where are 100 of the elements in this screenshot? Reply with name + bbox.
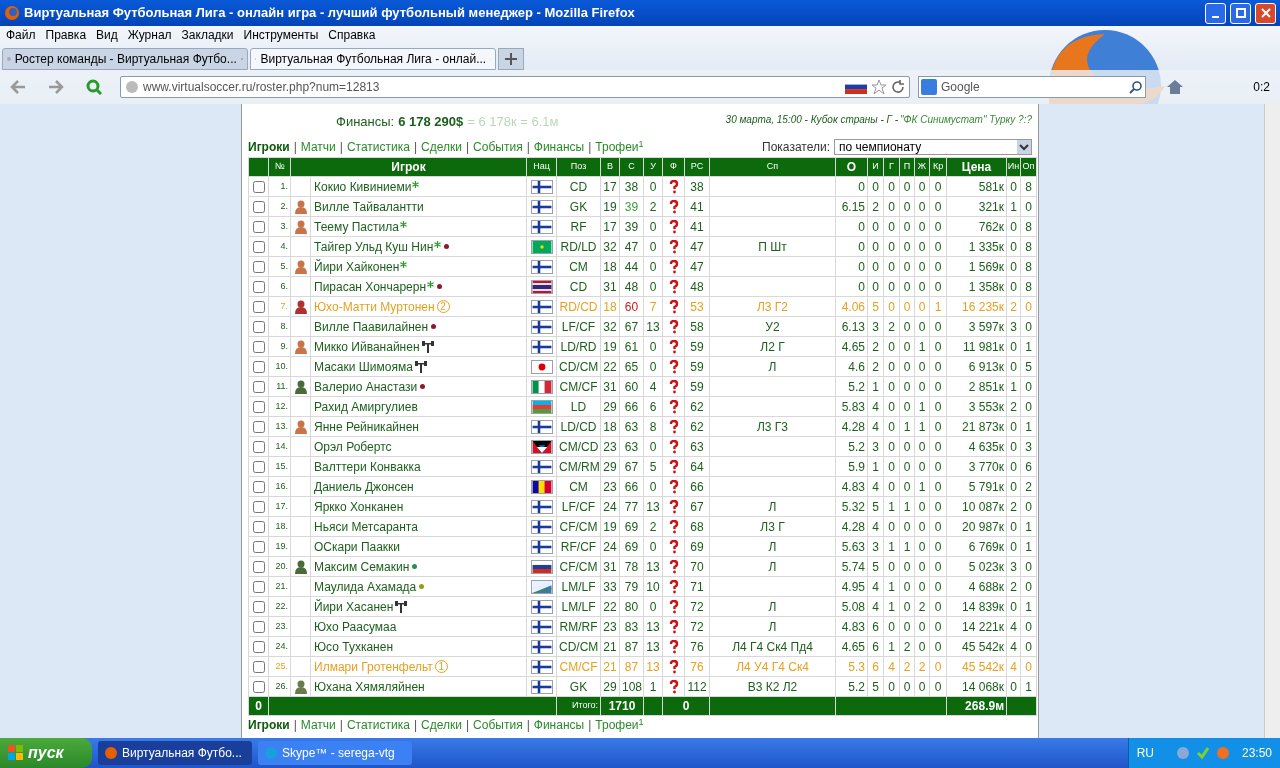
table-cell: 4 bbox=[1006, 656, 1021, 677]
indicators-label: Показатели: bbox=[762, 139, 830, 156]
row-checkbox[interactable] bbox=[252, 400, 265, 413]
address-field[interactable]: www.virtualsoccer.ru/roster.php?num=12813 bbox=[120, 76, 910, 98]
column-header[interactable]: Кр bbox=[929, 157, 947, 177]
menu-item[interactable]: Справка bbox=[328, 26, 376, 44]
search-icon[interactable] bbox=[1129, 80, 1143, 94]
start-button[interactable]: пуск bbox=[0, 738, 92, 768]
row-checkbox[interactable] bbox=[252, 280, 265, 293]
maximize-button[interactable] bbox=[1230, 2, 1251, 24]
table-cell: 0 bbox=[914, 356, 930, 377]
row-checkbox[interactable] bbox=[252, 480, 265, 493]
taskbar-button[interactable]: Skype™ - serega-vtg bbox=[258, 741, 412, 765]
nav-link[interactable]: Статистика bbox=[346, 716, 410, 734]
search-bar[interactable]: Google bbox=[918, 76, 1146, 98]
browser-tab[interactable]: Ростер команды - Виртуальная Футбо... bbox=[2, 48, 248, 70]
nav-link[interactable]: Сделки bbox=[421, 716, 462, 734]
nav-link[interactable]: Финансы bbox=[533, 716, 585, 734]
row-checkbox[interactable] bbox=[252, 220, 265, 233]
check-icon[interactable] bbox=[1195, 746, 1210, 760]
column-header[interactable]: Ф bbox=[662, 157, 685, 177]
column-header[interactable]: № bbox=[268, 157, 291, 177]
row-checkbox[interactable] bbox=[252, 380, 265, 393]
row-checkbox[interactable] bbox=[252, 460, 265, 473]
nav-link[interactable]: Матчи bbox=[300, 716, 336, 734]
nav-link[interactable]: Трофеи$^{1}$ bbox=[595, 138, 644, 156]
menu-item[interactable]: Инструменты bbox=[243, 26, 319, 44]
table-cell: 38 bbox=[619, 176, 644, 197]
column-header[interactable]: Поз bbox=[556, 157, 601, 177]
nav-link[interactable]: События bbox=[473, 716, 523, 734]
table-cell: 0 bbox=[899, 576, 915, 597]
search-input[interactable]: Google bbox=[941, 78, 1125, 96]
column-header[interactable]: Г bbox=[883, 157, 900, 177]
scrollbar[interactable] bbox=[1264, 104, 1280, 738]
table-cell: 4.06 bbox=[835, 296, 868, 317]
column-header[interactable]: Оп bbox=[1020, 157, 1037, 177]
table-cell: 0 bbox=[1020, 636, 1037, 657]
column-header[interactable]: Ж bbox=[914, 157, 930, 177]
row-checkbox[interactable] bbox=[252, 600, 265, 613]
column-header[interactable]: В bbox=[600, 157, 620, 177]
row-checkbox[interactable] bbox=[252, 180, 265, 193]
nav-link[interactable]: Сделки bbox=[421, 138, 462, 156]
menu-item[interactable]: Вид bbox=[96, 26, 118, 44]
column-header[interactable]: У bbox=[643, 157, 663, 177]
row-checkbox[interactable] bbox=[252, 360, 265, 373]
row-checkbox[interactable] bbox=[252, 500, 265, 513]
nav-link[interactable]: Игроки bbox=[248, 716, 290, 734]
table-cell: 29 bbox=[600, 396, 620, 417]
next-match-link[interactable]: "ФК Синимустат" Турку ?:? bbox=[900, 112, 1032, 127]
menu-item[interactable]: Журнал bbox=[127, 26, 172, 44]
row-checkbox[interactable] bbox=[252, 200, 265, 213]
close-button[interactable] bbox=[1255, 2, 1276, 24]
row-checkbox[interactable] bbox=[252, 680, 265, 693]
row-checkbox[interactable] bbox=[252, 240, 265, 253]
finances-label: Финансы: bbox=[336, 113, 395, 131]
table-cell: 0 bbox=[929, 616, 947, 637]
menu-item[interactable]: Закладки bbox=[181, 26, 234, 44]
row-checkbox[interactable] bbox=[252, 620, 265, 633]
row-checkbox[interactable] bbox=[252, 580, 265, 593]
column-header[interactable]: Игрок bbox=[290, 157, 527, 177]
nav-link[interactable]: Финансы bbox=[533, 138, 585, 156]
row-checkbox[interactable] bbox=[252, 540, 265, 553]
row-checkbox[interactable] bbox=[252, 420, 265, 433]
forward-icon[interactable] bbox=[48, 80, 64, 94]
row-checkbox[interactable] bbox=[252, 560, 265, 573]
column-header[interactable]: РС bbox=[684, 157, 710, 177]
column-header[interactable]: С bbox=[619, 157, 644, 177]
row-checkbox[interactable] bbox=[252, 340, 265, 353]
column-header[interactable]: О bbox=[835, 157, 868, 177]
nav-link[interactable]: Игроки bbox=[248, 138, 290, 156]
taskbar-button[interactable]: Виртуальная Футбо... bbox=[98, 741, 252, 765]
menu-item[interactable]: Правка bbox=[45, 26, 87, 44]
back-icon[interactable] bbox=[10, 80, 26, 94]
column-header[interactable]: Сп bbox=[709, 157, 836, 177]
row-checkbox[interactable] bbox=[252, 320, 265, 333]
addon-icon[interactable] bbox=[86, 79, 102, 95]
nav-link[interactable]: События bbox=[473, 138, 523, 156]
browser-tab[interactable]: Виртуальная Футбольная Лига - онлай... bbox=[250, 48, 496, 70]
row-checkbox[interactable] bbox=[252, 440, 265, 453]
row-checkbox[interactable] bbox=[252, 520, 265, 533]
column-header[interactable]: Цена bbox=[946, 157, 1007, 177]
table-cell: 0 bbox=[1006, 476, 1021, 497]
nav-link[interactable]: Матчи bbox=[300, 138, 336, 156]
column-header[interactable]: Ин bbox=[1006, 157, 1021, 177]
column-header[interactable]: П bbox=[899, 157, 915, 177]
reload-icon[interactable] bbox=[891, 80, 905, 94]
home-icon[interactable] bbox=[1166, 79, 1184, 95]
menu-item[interactable]: Файл bbox=[6, 26, 36, 44]
minimize-button[interactable] bbox=[1205, 2, 1226, 24]
row-checkbox[interactable] bbox=[252, 260, 265, 273]
nav-link[interactable]: Статистика bbox=[346, 138, 410, 156]
star-icon[interactable] bbox=[871, 79, 887, 95]
row-checkbox[interactable] bbox=[252, 300, 265, 313]
row-checkbox[interactable] bbox=[252, 660, 265, 673]
column-header[interactable]: И bbox=[867, 157, 884, 177]
new-tab-button[interactable] bbox=[498, 48, 524, 70]
row-checkbox[interactable] bbox=[252, 640, 265, 653]
column-header[interactable]: Нац bbox=[526, 157, 557, 177]
nav-link[interactable]: Трофеи$^{1}$ bbox=[595, 716, 644, 734]
indicators-select[interactable]: по чемпионату bbox=[834, 139, 1032, 155]
